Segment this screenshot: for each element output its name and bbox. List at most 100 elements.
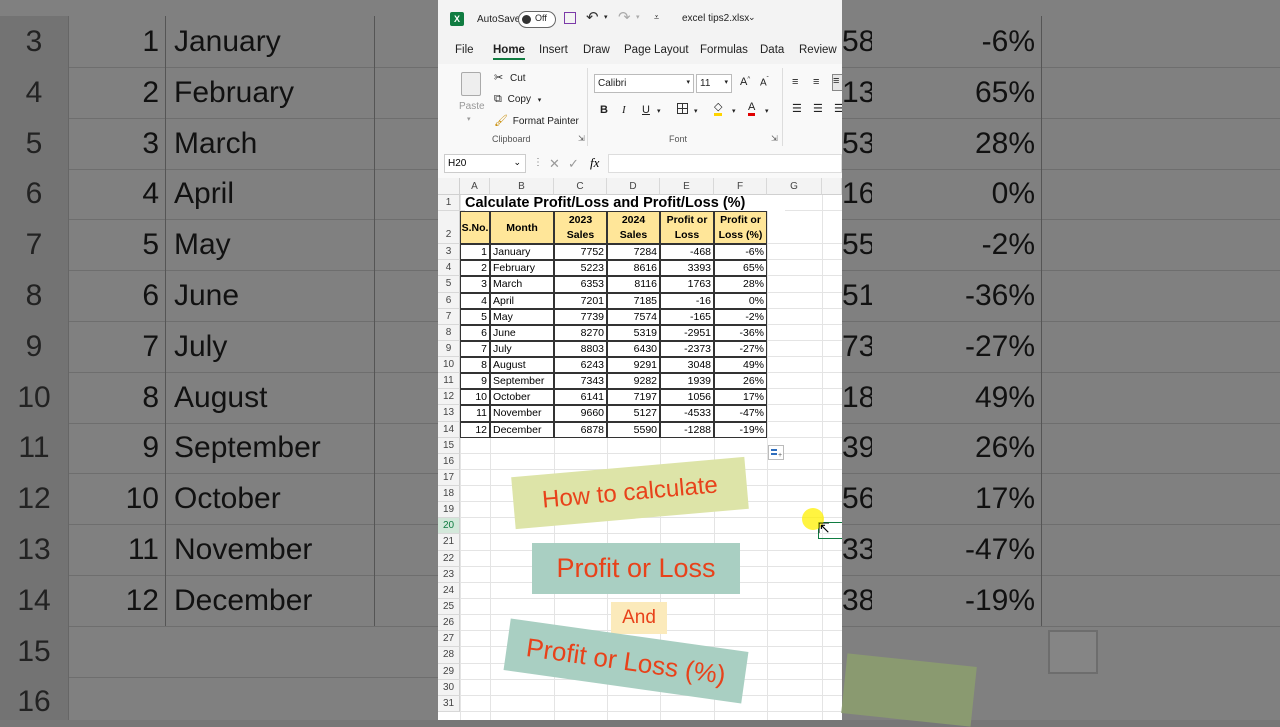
table-cell[interactable]: -4533 <box>660 405 714 422</box>
table-cell[interactable]: 8 <box>460 357 490 374</box>
month-cell[interactable]: September <box>490 373 554 390</box>
row-header-3[interactable]: 3 <box>438 244 460 261</box>
format-painter-button[interactable]: 🖌 Format Painter <box>494 114 579 127</box>
table-cell[interactable]: -2373 <box>660 340 714 358</box>
table-cell[interactable]: 7574 <box>607 308 660 325</box>
table-cell[interactable]: 9282 <box>607 373 660 390</box>
row-header-9[interactable]: 9 <box>438 340 460 358</box>
month-cell[interactable]: June <box>490 324 554 341</box>
row-header-26[interactable]: 26 <box>438 615 460 632</box>
row-header-8[interactable]: 8 <box>438 324 460 341</box>
table-cell[interactable]: 6878 <box>554 421 607 438</box>
formula-input[interactable] <box>608 154 842 173</box>
redo-icon[interactable]: ↷ <box>618 8 631 26</box>
table-cell[interactable]: 9660 <box>554 405 607 422</box>
table-cell[interactable]: 7343 <box>554 373 607 390</box>
column-header-e[interactable]: E <box>660 178 714 195</box>
font-launcher-icon[interactable]: ⇲ <box>771 134 778 143</box>
customize-qat-icon[interactable]: ⩡ <box>654 12 659 23</box>
row-header-2[interactable]: 2 <box>438 211 460 245</box>
row-header-12[interactable]: 12 <box>438 389 460 406</box>
table-cell[interactable]: 6353 <box>554 276 607 293</box>
filename-chevron-down-icon[interactable]: ⌄ <box>748 12 756 23</box>
undo-dropdown-icon[interactable]: ▾ <box>604 13 608 21</box>
table-cell[interactable]: 7284 <box>607 244 660 261</box>
row-header-1[interactable]: 1 <box>438 195 460 212</box>
italic-icon[interactable]: I <box>622 104 626 116</box>
fill-color-dropdown-icon[interactable]: ▾ <box>732 107 736 115</box>
table-cell[interactable]: 7752 <box>554 244 607 261</box>
row-header-14[interactable]: 14 <box>438 421 460 438</box>
table-cell[interactable]: 5223 <box>554 260 607 277</box>
copy-button[interactable]: ⧉ Copy ▾ <box>494 93 541 106</box>
table-cell[interactable]: 8616 <box>607 260 660 277</box>
row-header-25[interactable]: 25 <box>438 598 460 616</box>
table-header-cell[interactable]: Profit or Loss (%) <box>714 211 767 245</box>
underline-icon[interactable]: U <box>642 104 650 116</box>
row-header-4[interactable]: 4 <box>438 260 460 277</box>
row-header-16[interactable]: 16 <box>438 453 460 470</box>
table-cell[interactable]: 8116 <box>607 276 660 293</box>
select-all-corner[interactable] <box>438 178 460 195</box>
undo-icon[interactable]: ↶ <box>586 8 599 26</box>
table-header-cell[interactable]: Month <box>490 211 554 245</box>
align-right-icon[interactable]: ☰ <box>834 102 842 115</box>
tab-data[interactable]: Data <box>760 44 784 56</box>
table-cell[interactable]: 5319 <box>607 324 660 341</box>
tab-draw[interactable]: Draw <box>583 44 610 56</box>
row-header-29[interactable]: 29 <box>438 663 460 680</box>
clipboard-launcher-icon[interactable]: ⇲ <box>578 134 585 143</box>
save-icon[interactable] <box>564 12 576 24</box>
table-cell[interactable]: -2% <box>714 308 767 325</box>
borders-dropdown-icon[interactable]: ▾ <box>694 107 698 115</box>
font-size-select[interactable]: 11 ▾ <box>696 74 732 93</box>
table-cell[interactable]: 7185 <box>607 292 660 309</box>
month-cell[interactable]: December <box>490 421 554 438</box>
paste-button[interactable]: Paste ▾ <box>456 70 486 126</box>
table-cell[interactable]: 4 <box>460 292 490 309</box>
row-header-7[interactable]: 7 <box>438 308 460 325</box>
row-header-24[interactable]: 24 <box>438 582 460 599</box>
table-header-cell[interactable]: Profit or Loss <box>660 211 714 245</box>
row-header-11[interactable]: 11 <box>438 373 460 390</box>
table-cell[interactable]: -36% <box>714 324 767 341</box>
table-cell[interactable]: 0% <box>714 292 767 309</box>
table-cell[interactable]: 65% <box>714 260 767 277</box>
row-header-6[interactable]: 6 <box>438 292 460 309</box>
table-cell[interactable]: 11 <box>460 405 490 422</box>
file-name[interactable]: excel tips2.xlsx <box>682 13 749 24</box>
table-title[interactable]: Calculate Profit/Loss and Profit/Loss (%… <box>465 195 785 212</box>
table-cell[interactable]: -16 <box>660 292 714 309</box>
column-header-g[interactable]: G <box>767 178 822 195</box>
table-cell[interactable]: 6 <box>460 324 490 341</box>
table-header-cell[interactable]: 2024 Sales <box>607 211 660 245</box>
table-cell[interactable]: 3 <box>460 276 490 293</box>
table-cell[interactable]: 6141 <box>554 389 607 406</box>
row-header-13[interactable]: 13 <box>438 405 460 422</box>
month-cell[interactable]: October <box>490 389 554 406</box>
table-cell[interactable]: 9 <box>460 373 490 390</box>
table-cell[interactable]: 28% <box>714 276 767 293</box>
font-name-select[interactable]: Calibri ▾ <box>594 74 694 93</box>
table-cell[interactable]: 7739 <box>554 308 607 325</box>
row-header-15[interactable]: 15 <box>438 437 460 454</box>
tab-formulas[interactable]: Formulas <box>700 44 748 56</box>
table-header-cell[interactable]: 2023 Sales <box>554 211 607 245</box>
table-cell[interactable]: 1056 <box>660 389 714 406</box>
column-header-a[interactable]: A <box>460 178 490 195</box>
tab-review[interactable]: Review <box>799 44 837 56</box>
table-cell[interactable]: 6430 <box>607 340 660 358</box>
column-header-c[interactable]: C <box>554 178 607 195</box>
table-cell[interactable]: -165 <box>660 308 714 325</box>
tab-page-layout[interactable]: Page Layout <box>624 44 689 56</box>
table-cell[interactable]: 3393 <box>660 260 714 277</box>
table-cell[interactable]: 8803 <box>554 340 607 358</box>
table-header-cell[interactable]: S.No. <box>460 211 490 245</box>
quick-analysis-icon[interactable]: + <box>768 445 784 460</box>
fill-color-icon[interactable]: ◇ <box>714 101 723 116</box>
align-left-icon[interactable]: ☰ <box>792 102 802 115</box>
month-cell[interactable]: November <box>490 405 554 422</box>
table-cell[interactable]: 5590 <box>607 421 660 438</box>
table-cell[interactable]: 5 <box>460 308 490 325</box>
table-cell[interactable]: -468 <box>660 244 714 261</box>
